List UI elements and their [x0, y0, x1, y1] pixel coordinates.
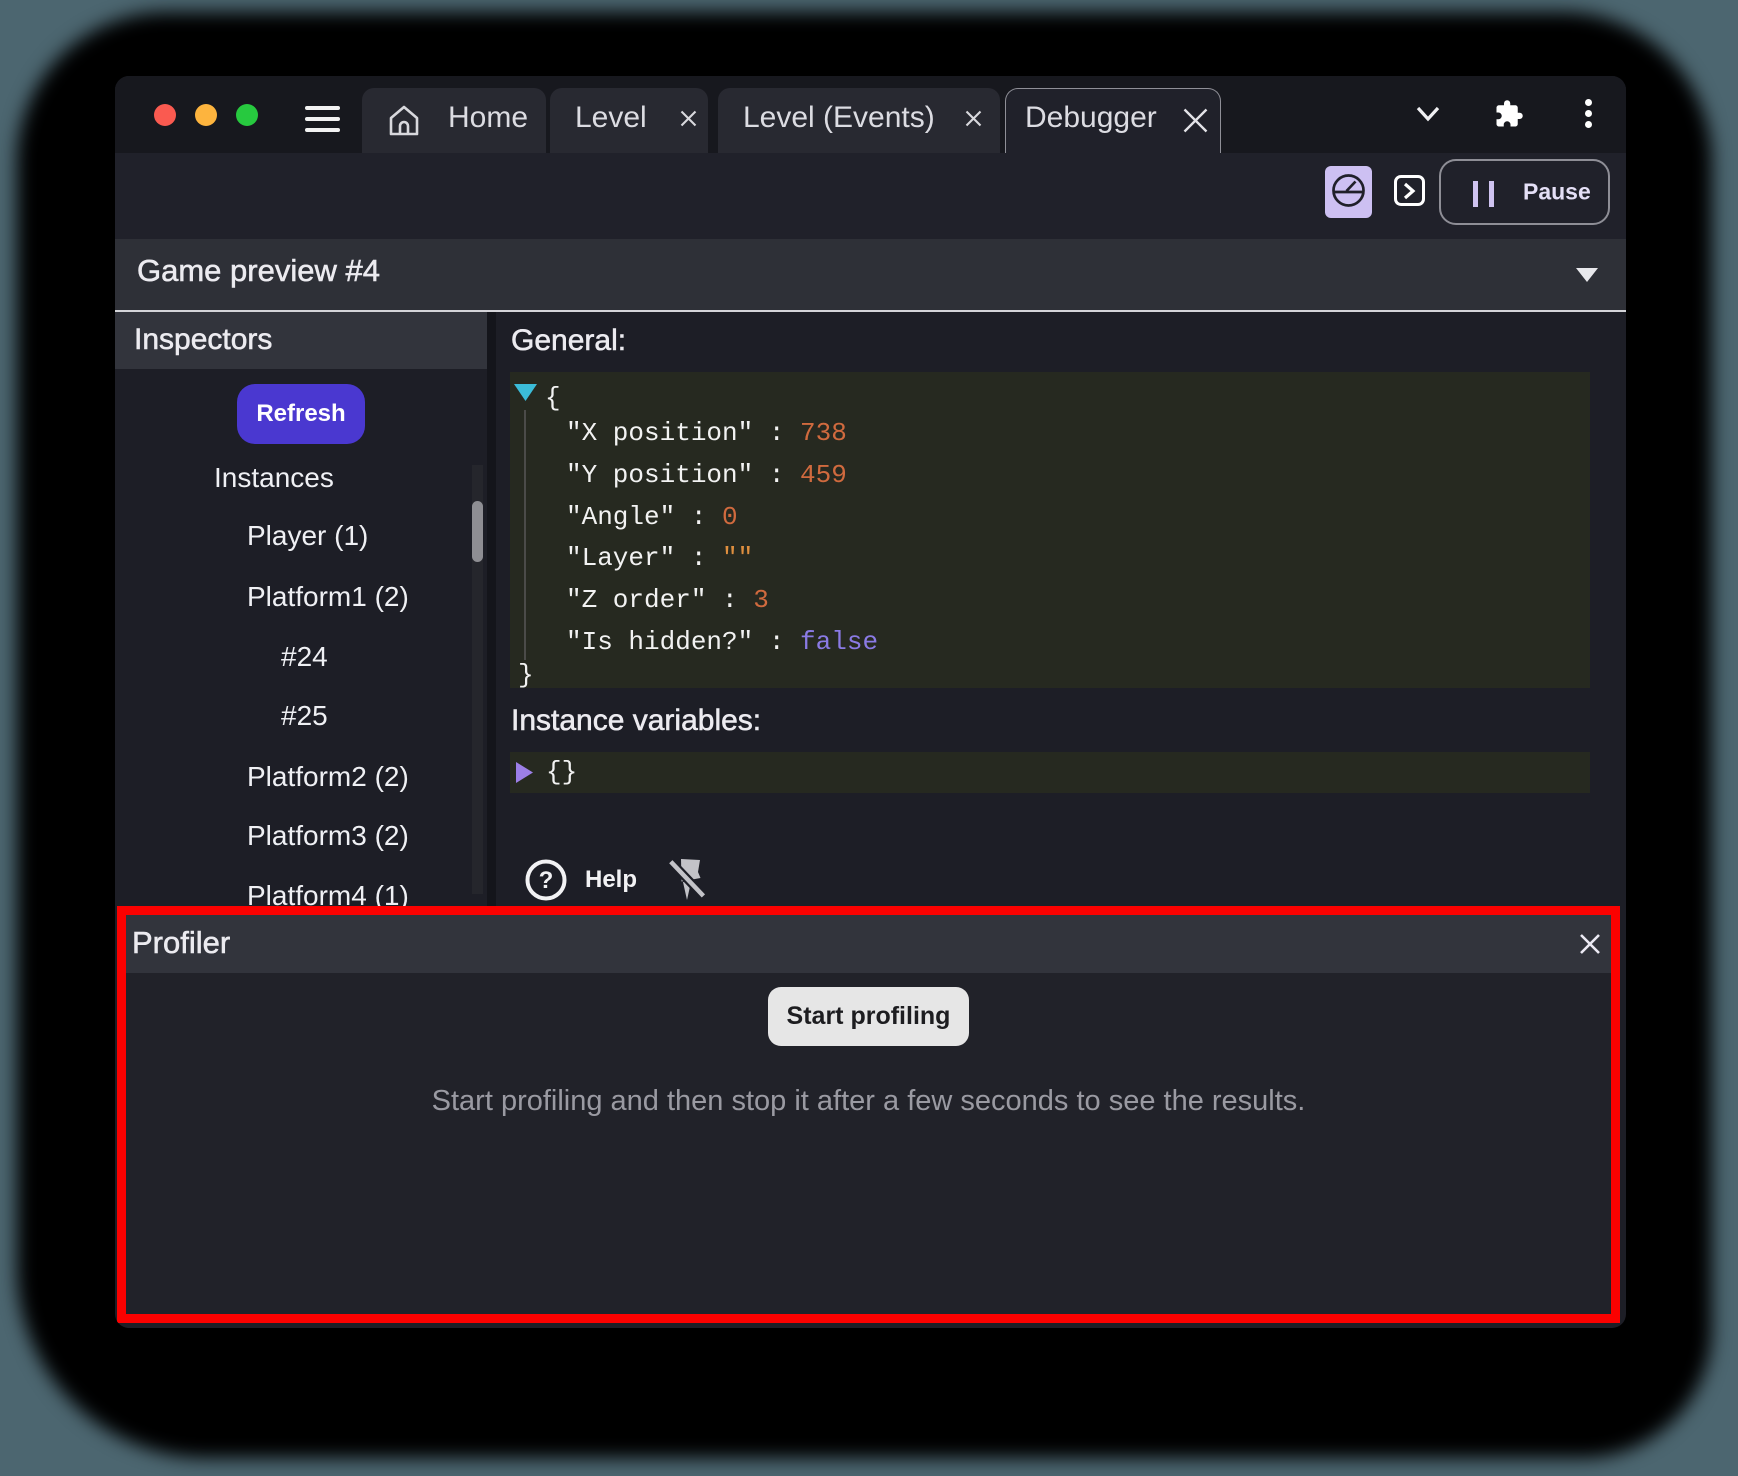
- svg-text:?: ?: [539, 867, 554, 894]
